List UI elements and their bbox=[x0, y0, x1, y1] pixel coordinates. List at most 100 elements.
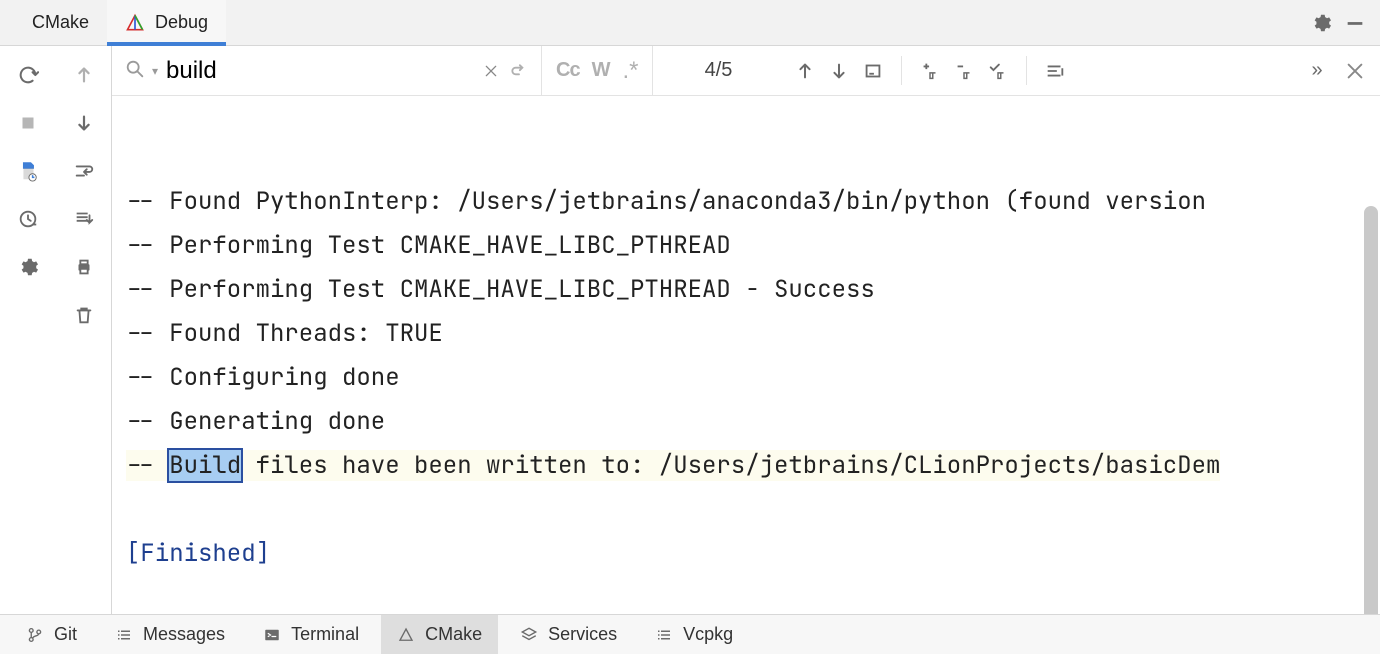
gear-icon bbox=[17, 256, 39, 278]
console-line: -- Performing Test CMAKE_HAVE_LIBC_PTHRE… bbox=[126, 230, 731, 261]
console-line: -- Generating done bbox=[126, 406, 385, 437]
toolwindow-label: Git bbox=[54, 624, 77, 645]
toolwindow-vcpkg[interactable]: Vcpkg bbox=[639, 615, 749, 654]
tool-window-tabs: CMake Debug bbox=[0, 0, 1380, 46]
trash-icon bbox=[73, 304, 95, 326]
previous-match-button[interactable] bbox=[789, 55, 821, 87]
console-line: -- Found PythonInterp: /Users/jetbrains/… bbox=[126, 186, 1220, 217]
console-text: files have been written to: /Users/jetbr… bbox=[241, 450, 1220, 481]
stop-button[interactable] bbox=[11, 106, 45, 140]
toolwindow-git[interactable]: Git bbox=[10, 615, 93, 654]
minimize-icon bbox=[1344, 12, 1366, 34]
main-area: ▾ Cc W .* 4/5 bbox=[0, 46, 1380, 614]
console-finished-marker: [Finished] bbox=[126, 532, 1376, 576]
cmake-triangle-icon bbox=[125, 13, 145, 33]
close-search-button[interactable] bbox=[1338, 54, 1372, 88]
tab-debug[interactable]: Debug bbox=[107, 0, 226, 45]
vertical-scrollbar-thumb[interactable] bbox=[1364, 206, 1378, 614]
toolwindow-label: Services bbox=[548, 624, 617, 645]
arrow-up-icon bbox=[73, 64, 95, 86]
content-pane: ▾ Cc W .* 4/5 bbox=[112, 46, 1380, 614]
add-caret-icon bbox=[919, 60, 941, 82]
arrow-down-icon bbox=[73, 112, 95, 134]
search-nav-group bbox=[783, 46, 895, 95]
reload-cmake-button[interactable] bbox=[11, 58, 45, 92]
toolwindow-label: Messages bbox=[143, 624, 225, 645]
open-cmake-cache-button[interactable] bbox=[11, 154, 45, 188]
print-button[interactable] bbox=[67, 250, 101, 284]
git-branch-icon bbox=[26, 626, 44, 644]
settings-gear-button[interactable] bbox=[1304, 6, 1338, 40]
select-all-carets-button[interactable] bbox=[982, 55, 1014, 87]
match-case-toggle[interactable]: Cc bbox=[556, 59, 580, 82]
tool-settings-button[interactable] bbox=[11, 250, 45, 284]
services-icon bbox=[520, 626, 538, 644]
filter-lines-icon bbox=[1044, 60, 1066, 82]
next-match-button[interactable] bbox=[823, 55, 855, 87]
cursor-tools-group bbox=[908, 46, 1020, 95]
console-line: -- Found Threads: TRUE bbox=[126, 318, 443, 349]
arrow-down-icon bbox=[828, 60, 850, 82]
scroll-to-end-button[interactable] bbox=[67, 202, 101, 236]
left-action-gutter-1 bbox=[0, 46, 56, 614]
soft-wrap-icon bbox=[73, 160, 95, 182]
tab-cmake[interactable]: CMake bbox=[14, 0, 107, 45]
scroll-down-button[interactable] bbox=[67, 106, 101, 140]
chevrons-right-icon: » bbox=[1311, 59, 1322, 82]
terminal-icon bbox=[263, 626, 281, 644]
arrow-up-icon bbox=[794, 60, 816, 82]
recent-cmake-button[interactable] bbox=[11, 202, 45, 236]
scroll-up-button[interactable] bbox=[67, 58, 101, 92]
console-line: -- Configuring done bbox=[126, 362, 400, 393]
console-line: -- Performing Test CMAKE_HAVE_LIBC_PTHRE… bbox=[126, 274, 875, 305]
cmake-triangle-icon bbox=[397, 626, 415, 644]
toolbar-overflow: » bbox=[1292, 46, 1380, 95]
undo-arrow-icon bbox=[509, 61, 529, 81]
toolwindow-terminal[interactable]: Terminal bbox=[247, 615, 375, 654]
check-caret-icon bbox=[987, 60, 1009, 82]
scroll-end-icon bbox=[73, 208, 95, 230]
soft-wrap-button[interactable] bbox=[67, 154, 101, 188]
more-actions-button[interactable]: » bbox=[1300, 54, 1334, 88]
bottom-tool-bar: Git Messages Terminal CMake Services Vcp… bbox=[0, 614, 1380, 654]
toolwindow-label: Terminal bbox=[291, 624, 359, 645]
toolwindow-messages[interactable]: Messages bbox=[99, 615, 241, 654]
toolwindow-label: Vcpkg bbox=[683, 624, 733, 645]
search-box: ▾ bbox=[112, 46, 542, 95]
add-caret-button[interactable] bbox=[914, 55, 946, 87]
console-line-highlighted: -- Build files have been written to: /Us… bbox=[126, 450, 1220, 481]
console-output[interactable]: -- Found PythonInterp: /Users/jetbrains/… bbox=[112, 96, 1380, 614]
tab-debug-label: Debug bbox=[155, 12, 208, 33]
match-count: 4/5 bbox=[653, 46, 783, 95]
search-options-chevron-icon[interactable]: ▾ bbox=[152, 64, 158, 78]
toolwindow-services[interactable]: Services bbox=[504, 615, 633, 654]
selection-rect-icon bbox=[862, 60, 884, 82]
search-toolbar: ▾ Cc W .* 4/5 bbox=[112, 46, 1380, 96]
toolwindow-label: CMake bbox=[425, 624, 482, 645]
close-icon bbox=[483, 63, 499, 79]
list-icon bbox=[115, 626, 133, 644]
toolwindow-cmake[interactable]: CMake bbox=[381, 615, 498, 654]
gear-icon bbox=[1310, 12, 1332, 34]
cmake-file-icon bbox=[17, 160, 39, 182]
regex-toggle[interactable]: .* bbox=[622, 57, 638, 85]
remove-caret-icon bbox=[953, 60, 975, 82]
reload-icon bbox=[17, 64, 39, 86]
search-match: Build bbox=[169, 450, 241, 481]
select-all-matches-button[interactable] bbox=[857, 55, 889, 87]
list-icon bbox=[655, 626, 673, 644]
history-clock-icon bbox=[17, 208, 39, 230]
filter-button[interactable] bbox=[1039, 55, 1071, 87]
stop-icon bbox=[17, 112, 39, 134]
left-action-gutter-2 bbox=[56, 46, 112, 614]
remove-caret-button[interactable] bbox=[948, 55, 980, 87]
console-text: -- bbox=[126, 450, 169, 481]
minimize-button[interactable] bbox=[1338, 6, 1372, 40]
print-icon bbox=[73, 256, 95, 278]
match-word-toggle[interactable]: W bbox=[592, 59, 611, 82]
close-icon bbox=[1344, 60, 1366, 82]
clear-search-button[interactable] bbox=[477, 57, 505, 85]
search-input[interactable] bbox=[166, 57, 477, 85]
clear-all-button[interactable] bbox=[67, 298, 101, 332]
search-history-button[interactable] bbox=[505, 57, 533, 85]
